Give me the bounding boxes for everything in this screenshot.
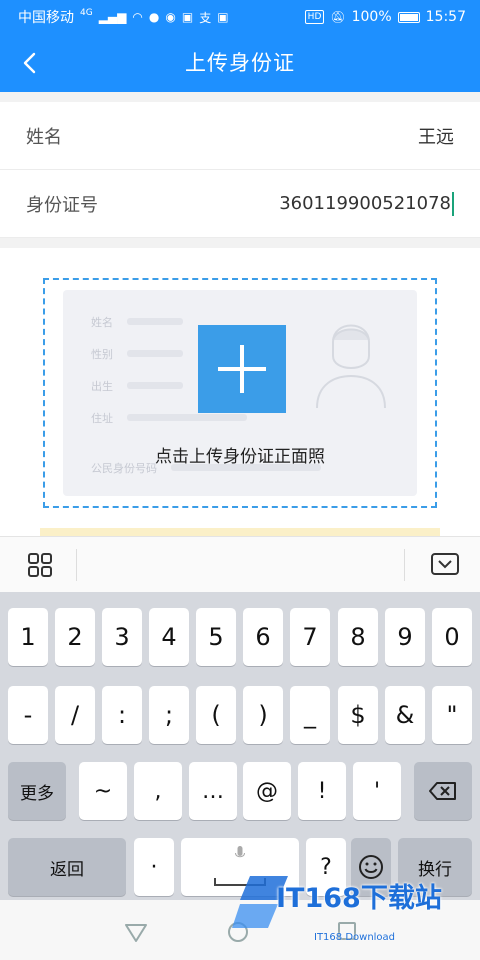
message-icon: ● xyxy=(148,10,160,24)
key-exclamation[interactable]: ! xyxy=(298,762,346,820)
keyboard-hide-icon[interactable] xyxy=(430,551,460,577)
watermark-text: IT168下载站 xyxy=(276,883,442,914)
upload-section: 姓名 性别 出生 住址 公民身份号码 点击上传身份证正面照 xyxy=(0,248,480,538)
key-9[interactable]: 9 xyxy=(385,608,425,666)
id-number-label: 身份证号 xyxy=(26,194,98,216)
battery-icon xyxy=(397,11,420,23)
sample-field-name: 姓名 xyxy=(91,316,113,329)
mute-icon: 🔕︎ xyxy=(330,10,346,24)
key-0[interactable]: 0 xyxy=(432,608,472,666)
alipay-icon: 支 xyxy=(199,10,212,25)
key-dollar[interactable]: $ xyxy=(338,686,378,744)
wechat-icon: ◉ xyxy=(165,10,176,24)
backspace-key[interactable] xyxy=(414,762,472,820)
key-7[interactable]: 7 xyxy=(290,608,330,666)
id-number-row: 身份证号 360119900521078 xyxy=(0,170,480,238)
key-comma[interactable]: , xyxy=(134,762,182,820)
network-label: 4G xyxy=(80,8,93,18)
sample-field-birth: 出生 xyxy=(91,380,113,393)
key-6[interactable]: 6 xyxy=(243,608,283,666)
text-caret xyxy=(452,191,454,216)
key-middle-dot[interactable]: · xyxy=(134,838,174,896)
wifi-icon: ◠ xyxy=(132,10,143,24)
key-tilde[interactable]: ~ xyxy=(79,762,127,820)
hd-badge: HD xyxy=(304,10,325,24)
battery-percent: 100% xyxy=(351,9,392,25)
back-button[interactable] xyxy=(14,46,44,80)
sample-field-address: 住址 xyxy=(91,412,113,425)
key-semicolon[interactable]: ; xyxy=(149,686,189,744)
name-row: 姓名 王远 xyxy=(0,102,480,170)
toolbar-divider xyxy=(76,549,77,581)
backspace-icon xyxy=(429,782,456,800)
page-title: 上传身份证 xyxy=(185,51,295,75)
portrait-icon xyxy=(316,324,386,408)
plus-icon xyxy=(198,325,286,413)
key-underscore[interactable]: _ xyxy=(290,686,330,744)
signal-icon: ▂▄▆ xyxy=(98,10,127,24)
microphone-icon xyxy=(235,846,245,858)
more-symbols-key[interactable]: 更多 xyxy=(8,762,66,820)
key-quote[interactable]: " xyxy=(432,686,472,744)
id-number-input[interactable]: 360119900521078 xyxy=(279,193,451,214)
nav-back-icon[interactable] xyxy=(124,922,148,944)
watermark-subtext: IT168 Download xyxy=(314,932,396,943)
key-apostrophe[interactable]: ' xyxy=(353,762,401,820)
key-hyphen[interactable]: - xyxy=(8,686,48,744)
key-slash[interactable]: / xyxy=(55,686,95,744)
name-label: 姓名 xyxy=(26,126,62,148)
notification-icon: ▣ xyxy=(217,10,229,24)
name-value[interactable]: 王远 xyxy=(418,123,454,149)
back-key[interactable]: 返回 xyxy=(8,838,126,896)
news-icon: ▣ xyxy=(181,10,194,24)
grid-icon[interactable] xyxy=(22,551,58,581)
nav-bar: 上传身份证 xyxy=(0,34,480,92)
carrier-label: 中国移动 xyxy=(18,10,74,26)
keyboard-toolbar xyxy=(0,536,480,592)
status-bar: 中国移动 4G ▂▄▆ ◠ ● ◉ ▣ 支 ▣ HD 🔕︎ 100% 15:57 xyxy=(0,0,480,34)
id-front-upload-button[interactable]: 姓名 性别 出生 住址 公民身份号码 点击上传身份证正面照 xyxy=(43,278,437,508)
toolbar-divider xyxy=(404,549,405,581)
key-colon[interactable]: : xyxy=(102,686,142,744)
key-open-paren[interactable]: ( xyxy=(196,686,236,744)
keyboard: 1 2 3 4 5 6 7 8 9 0 - / : ; ( ) _ $ & " … xyxy=(0,592,480,900)
key-5[interactable]: 5 xyxy=(196,608,236,666)
upload-hint: 点击上传身份证正面照 xyxy=(155,447,325,467)
key-3[interactable]: 3 xyxy=(102,608,142,666)
key-2[interactable]: 2 xyxy=(55,608,95,666)
key-ellipsis[interactable]: … xyxy=(189,762,237,820)
watermark: IT168下载站 IT168 Download xyxy=(232,870,480,950)
key-close-paren[interactable]: ) xyxy=(243,686,283,744)
chevron-left-icon xyxy=(23,52,36,74)
key-8[interactable]: 8 xyxy=(338,608,378,666)
id-form: 姓名 王远 身份证号 360119900521078 xyxy=(0,102,480,238)
key-ampersand[interactable]: & xyxy=(385,686,425,744)
sample-field-gender: 性别 xyxy=(91,348,113,361)
key-at[interactable]: @ xyxy=(243,762,291,820)
clock: 15:57 xyxy=(425,9,466,25)
key-1[interactable]: 1 xyxy=(8,608,48,666)
key-4[interactable]: 4 xyxy=(149,608,189,666)
